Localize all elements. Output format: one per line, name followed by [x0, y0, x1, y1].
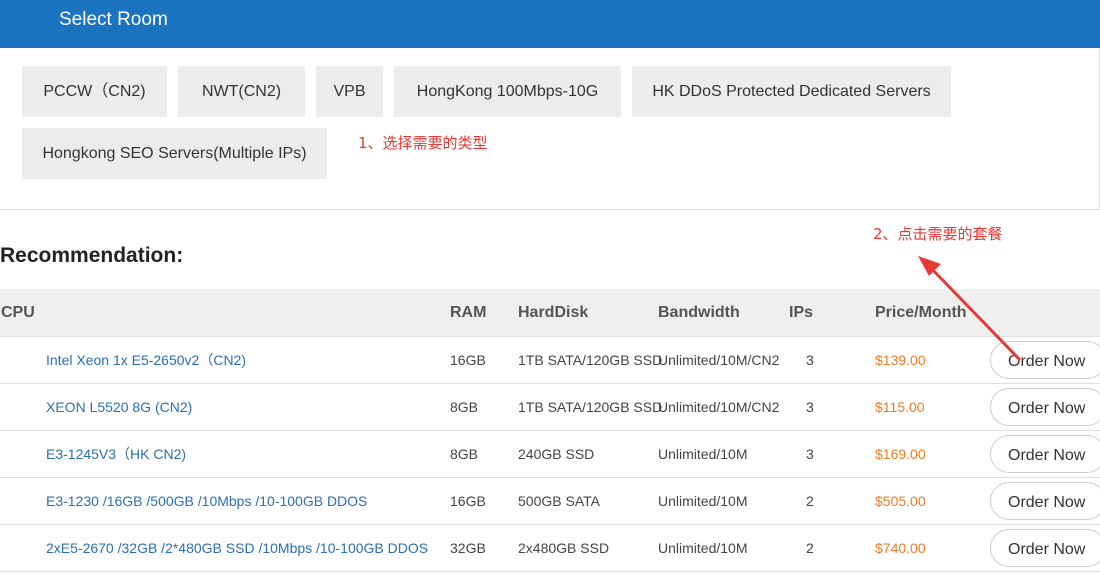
table-row: 2xE5-2670 /32GB /2*480GB SSD /10Mbps /10…	[0, 525, 1100, 572]
room-button-hk-ddos[interactable]: HK DDoS Protected Dedicated Servers	[632, 66, 951, 117]
cpu-link[interactable]: Intel Xeon 1x E5-2650v2（CN2)	[46, 337, 246, 383]
header-price: Price/Month	[875, 304, 967, 321]
ram-value: 16GB	[450, 352, 486, 368]
header-bandwidth: Bandwidth	[658, 304, 740, 321]
harddisk-value: 500GB SATA	[518, 493, 600, 509]
ips-value: 3	[806, 352, 814, 368]
cpu-link[interactable]: XEON L5520 8G (CN2)	[46, 384, 192, 430]
select-room-header: Select Room	[0, 0, 1100, 48]
ips-value: 2	[806, 540, 814, 556]
room-button-hongkong-seo[interactable]: Hongkong SEO Servers(Multiple IPs)	[22, 128, 327, 179]
header-cpu: CPU	[1, 304, 35, 321]
ram-value: 16GB	[450, 493, 486, 509]
cpu-link[interactable]: E3-1230 /16GB /500GB /10Mbps /10-100GB D…	[46, 478, 367, 524]
room-button-hongkong-100mbps[interactable]: HongKong 100Mbps-10G	[394, 66, 621, 117]
order-now-button[interactable]: Order Now	[990, 341, 1100, 379]
room-button-pccw[interactable]: PCCW（CN2)	[22, 66, 167, 117]
ips-value: 2	[806, 493, 814, 509]
order-now-button[interactable]: Order Now	[990, 482, 1100, 520]
harddisk-value: 2x480GB SSD	[518, 540, 610, 556]
bandwidth-value: Unlimited/10M	[658, 493, 748, 509]
price-value: $115.00	[875, 399, 925, 415]
room-button-vpb[interactable]: VPB	[316, 66, 383, 117]
annotation-step-2: 2、点击需要的套餐	[873, 225, 1003, 243]
price-value: $139.00	[875, 352, 926, 368]
recommendation-title: Recommendation:	[0, 244, 184, 267]
ram-value: 8GB	[450, 399, 479, 415]
table-row: XEON L5520 8G (CN2) 8GB 1TB SATA/120GB S…	[0, 384, 1100, 431]
ips-value: 3	[806, 399, 814, 415]
cpu-link[interactable]: 2xE5-2670 /32GB /2*480GB SSD /10Mbps /10…	[46, 525, 428, 571]
order-now-button[interactable]: Order Now	[990, 529, 1100, 567]
header-ips: IPs	[789, 304, 814, 321]
harddisk-value: 1TB SATA/120GB SSD	[518, 399, 663, 415]
table-row: Intel Xeon 1x E5-2650v2（CN2) 16GB 1TB SA…	[0, 337, 1100, 384]
ram-value: 32GB	[450, 540, 486, 556]
room-button-nwt[interactable]: NWT(CN2)	[178, 66, 305, 117]
harddisk-value: 1TB SATA/120GB SSD	[518, 352, 663, 368]
annotation-step-1: 1、选择需要的类型	[358, 134, 488, 152]
bandwidth-value: Unlimited/10M/CN2	[658, 399, 780, 415]
select-room-title: Select Room	[59, 9, 168, 30]
ips-value: 3	[806, 446, 814, 462]
cpu-link[interactable]: E3-1245V3（HK CN2)	[46, 431, 186, 477]
table-header: CPU RAM HardDisk Bandwidth IPs Price/Mon…	[0, 289, 1100, 337]
bandwidth-value: Unlimited/10M	[658, 540, 748, 556]
ram-value: 8GB	[450, 446, 479, 462]
price-value: $169.00	[875, 446, 926, 462]
room-selector-panel: PCCW（CN2) NWT(CN2) VPB HongKong 100Mbps-…	[0, 48, 1100, 210]
table-row: E3-1230 /16GB /500GB /10Mbps /10-100GB D…	[0, 478, 1100, 525]
harddisk-value: 240GB SSD	[518, 446, 595, 462]
bandwidth-value: Unlimited/10M/CN2	[658, 352, 780, 368]
bandwidth-value: Unlimited/10M	[658, 446, 748, 462]
table-row: E3-1245V3（HK CN2) 8GB 240GB SSD Unlimite…	[0, 431, 1100, 478]
order-now-button[interactable]: Order Now	[990, 388, 1100, 426]
header-harddisk: HardDisk	[518, 304, 589, 321]
header-ram: RAM	[450, 304, 487, 321]
price-value: $505.00	[875, 493, 926, 509]
order-now-button[interactable]: Order Now	[990, 435, 1100, 473]
price-value: $740.00	[875, 540, 926, 556]
